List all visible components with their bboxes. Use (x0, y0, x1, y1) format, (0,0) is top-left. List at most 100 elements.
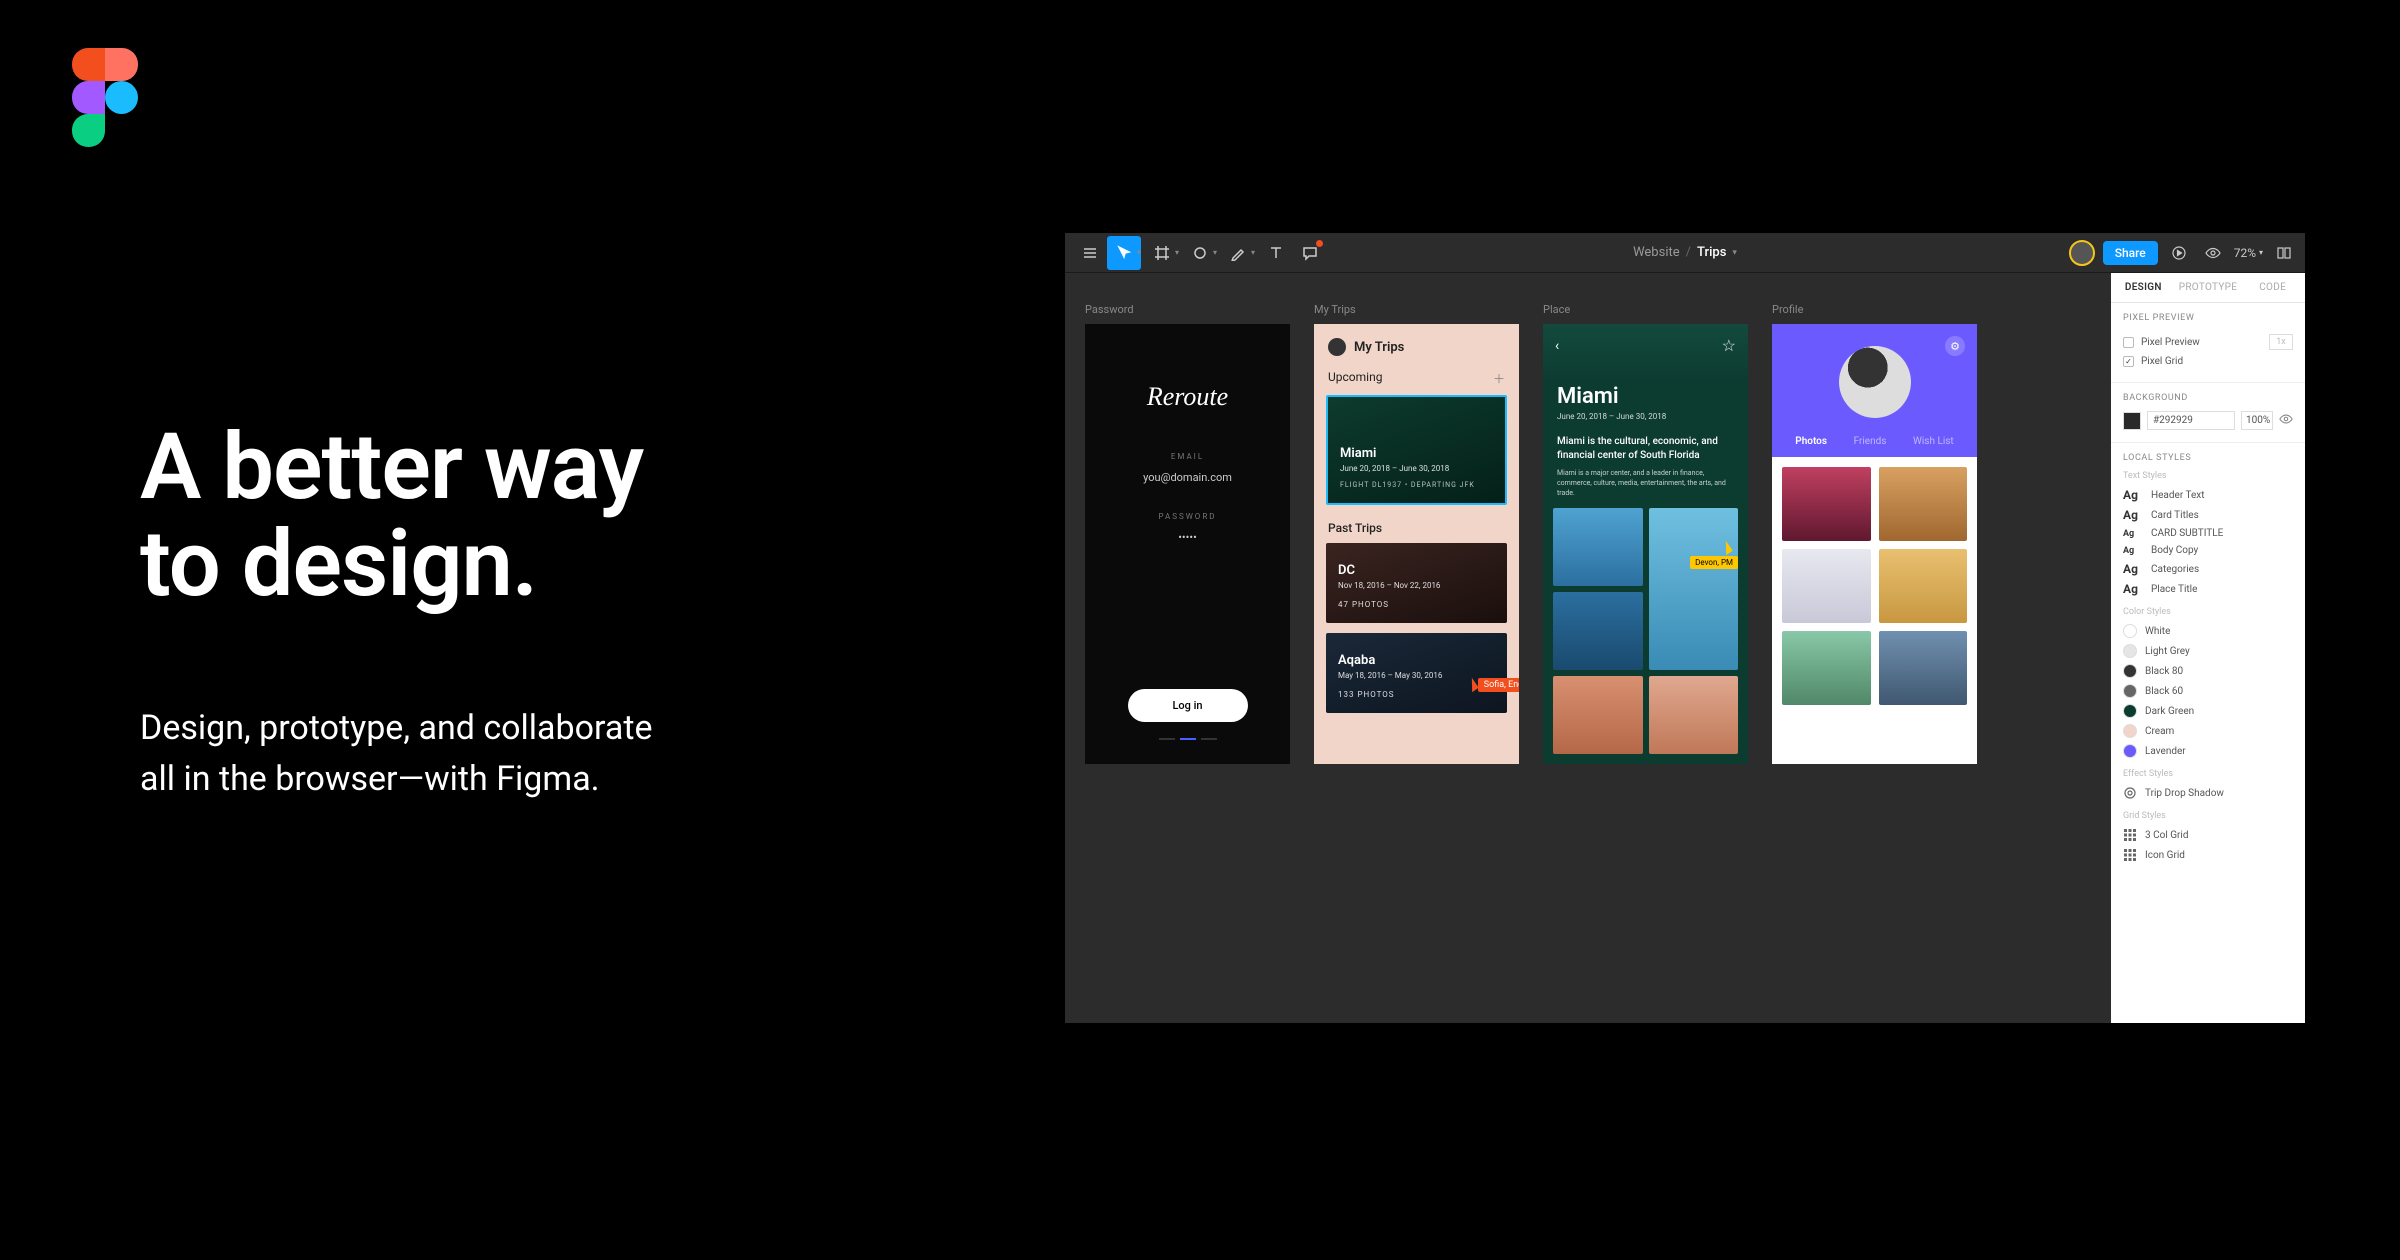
photo-grid (1772, 457, 1977, 764)
text-style-row[interactable]: AgPlace Title (2123, 579, 2293, 599)
present-icon[interactable] (2166, 240, 2192, 266)
properties-panel: DESIGN PROTOTYPE CODE PIXEL PREVIEW Pixe… (2111, 273, 2305, 1023)
hero: A better way to design. Design, prototyp… (140, 420, 960, 805)
chevron-down-icon[interactable]: ▾ (1175, 248, 1179, 257)
login-button: Log in (1128, 689, 1248, 722)
screen-title: My Trips (1354, 340, 1404, 355)
hero-title: A better way to design. (140, 420, 960, 613)
effect-icon (2123, 786, 2137, 800)
multiplayer-cursor: Sofia, Engineer (1468, 678, 1519, 692)
figma-app: ▾ ▾ ▾ ▾ Website / Trips ▾ Sha (1065, 233, 2305, 1023)
effect-style-row[interactable]: Trip Drop Shadow (2123, 783, 2293, 803)
chevron-down-icon[interactable]: ▾ (1213, 248, 1217, 257)
page-indicator (1159, 738, 1217, 740)
trip-card-dc: DC Nov 18, 2016 – Nov 22, 2016 47 PHOTOS (1326, 543, 1507, 623)
place-desc-small: Miami is a major center, and a leader in… (1543, 469, 1748, 508)
profile-avatar (1839, 346, 1911, 418)
frame-place[interactable]: ‹ ☆ Miami June 20, 2018 – June 30, 2018 … (1543, 324, 1748, 764)
grid-style-row[interactable]: 3 Col Grid (2123, 825, 2293, 845)
frame-my-trips[interactable]: My Trips Upcoming ＋ Miami June 20, 2018 … (1314, 324, 1519, 764)
trip-card-miami: Miami June 20, 2018 – June 30, 2018 FLIG… (1326, 395, 1507, 505)
chevron-down-icon[interactable]: ▾ (1251, 248, 1255, 257)
local-styles-section: LOCAL STYLES Text Styles AgHeader Text A… (2111, 443, 2305, 877)
chevron-down-icon[interactable]: ▾ (1732, 248, 1737, 258)
figma-logo (72, 48, 138, 148)
place-desc: Miami is the cultural, economic, and fin… (1543, 431, 1748, 469)
email-label: EMAIL (1171, 452, 1204, 461)
frame-label[interactable]: Profile (1772, 303, 1977, 316)
password-label: PASSWORD (1158, 512, 1216, 521)
breadcrumb-project[interactable]: Website (1633, 245, 1680, 260)
pen-tool-icon[interactable] (1221, 236, 1255, 270)
background-section: BACKGROUND #292929 100% (2111, 383, 2305, 443)
section-upcoming: Upcoming (1328, 370, 1382, 387)
color-style-row[interactable]: Lavender (2123, 741, 2293, 761)
place-dates: June 20, 2018 – June 30, 2018 (1543, 409, 1748, 431)
frame-label[interactable]: Password (1085, 303, 1290, 316)
canvas[interactable]: Password Reroute EMAIL you@domain.com PA… (1065, 273, 2111, 1023)
frame-label[interactable]: Place (1543, 303, 1748, 316)
password-field: ••••• (1178, 531, 1197, 544)
pixel-grid-checkbox[interactable]: Pixel Grid (2123, 353, 2293, 370)
text-style-row[interactable]: AgCARD SUBTITLE (2123, 525, 2293, 542)
menu-icon[interactable] (1073, 236, 1107, 270)
multiplayer-label: Devon, PM (1690, 556, 1738, 569)
text-style-row[interactable]: AgCard Titles (2123, 505, 2293, 525)
text-style-row[interactable]: AgHeader Text (2123, 485, 2293, 505)
grid-icon (2123, 848, 2137, 862)
color-style-row[interactable]: Dark Green (2123, 701, 2293, 721)
photo-grid (1543, 508, 1748, 754)
tab-friends: Friends (1854, 436, 1887, 447)
background-opacity-input[interactable]: 100% (2241, 411, 2273, 430)
view-icon[interactable] (2200, 240, 2226, 266)
comment-tool-icon[interactable] (1293, 236, 1327, 270)
background-swatch[interactable] (2123, 412, 2141, 430)
trip-card-aqaba: Aqaba May 18, 2016 – May 30, 2016 133 PH… (1326, 633, 1507, 713)
shape-tool-icon[interactable] (1183, 236, 1217, 270)
breadcrumb-file[interactable]: Trips (1697, 245, 1726, 260)
frame-tool-icon[interactable] (1145, 236, 1179, 270)
frame-profile[interactable]: ⚙ Photos Friends Wish List (1772, 324, 1977, 764)
place-title: Miami (1543, 384, 1748, 409)
chevron-down-icon[interactable]: ▾ (1137, 248, 1141, 257)
tab-prototype[interactable]: PROTOTYPE (2176, 273, 2241, 302)
tab-code[interactable]: CODE (2240, 273, 2305, 302)
move-tool-icon[interactable] (1107, 236, 1141, 270)
gear-icon: ⚙ (1945, 336, 1965, 356)
tab-photos: Photos (1795, 436, 1827, 447)
text-tool-icon[interactable] (1259, 236, 1293, 270)
color-style-row[interactable]: Cream (2123, 721, 2293, 741)
grid-icon (2123, 828, 2137, 842)
grid-style-row[interactable]: Icon Grid (2123, 845, 2293, 865)
background-hex-input[interactable]: #292929 (2147, 411, 2235, 430)
color-style-row[interactable]: Black 80 (2123, 661, 2293, 681)
color-style-row[interactable]: Light Grey (2123, 641, 2293, 661)
color-style-row[interactable]: White (2123, 621, 2293, 641)
email-field: you@domain.com (1143, 471, 1232, 484)
panel-toggle-icon[interactable] (2271, 240, 2297, 266)
text-style-row[interactable]: AgCategories (2123, 559, 2293, 579)
visibility-icon[interactable] (2279, 412, 2293, 429)
share-button[interactable]: Share (2103, 241, 2158, 265)
breadcrumb[interactable]: Website / Trips ▾ (1633, 245, 1737, 260)
app-brand: Reroute (1147, 382, 1228, 412)
star-icon: ☆ (1722, 336, 1736, 355)
zoom-level[interactable]: 72%▾ (2234, 246, 2263, 260)
frame-label[interactable]: My Trips (1314, 303, 1519, 316)
tab-design[interactable]: DESIGN (2111, 273, 2176, 302)
pixel-preview-scale[interactable]: 1x (2269, 334, 2293, 350)
user-avatar[interactable] (2069, 240, 2095, 266)
pixel-preview-checkbox[interactable]: Pixel Preview 1x (2123, 331, 2293, 353)
hero-subtitle: Design, prototype, and collaborate all i… (140, 703, 960, 805)
multiplayer-cursor (1722, 542, 1730, 554)
frame-password[interactable]: Reroute EMAIL you@domain.com PASSWORD ••… (1085, 324, 1290, 764)
text-style-row[interactable]: AgBody Copy (2123, 542, 2293, 559)
profile-tabs: Photos Friends Wish List (1772, 430, 1977, 457)
plus-icon: ＋ (1493, 370, 1505, 387)
color-style-row[interactable]: Black 60 (2123, 681, 2293, 701)
section-past: Past Trips (1314, 515, 1519, 543)
panel-tabs: DESIGN PROTOTYPE CODE (2111, 273, 2305, 303)
avatar-icon (1328, 338, 1346, 356)
pixel-preview-section: PIXEL PREVIEW Pixel Preview 1x Pixel Gri… (2111, 303, 2305, 383)
back-icon: ‹ (1555, 338, 1559, 354)
